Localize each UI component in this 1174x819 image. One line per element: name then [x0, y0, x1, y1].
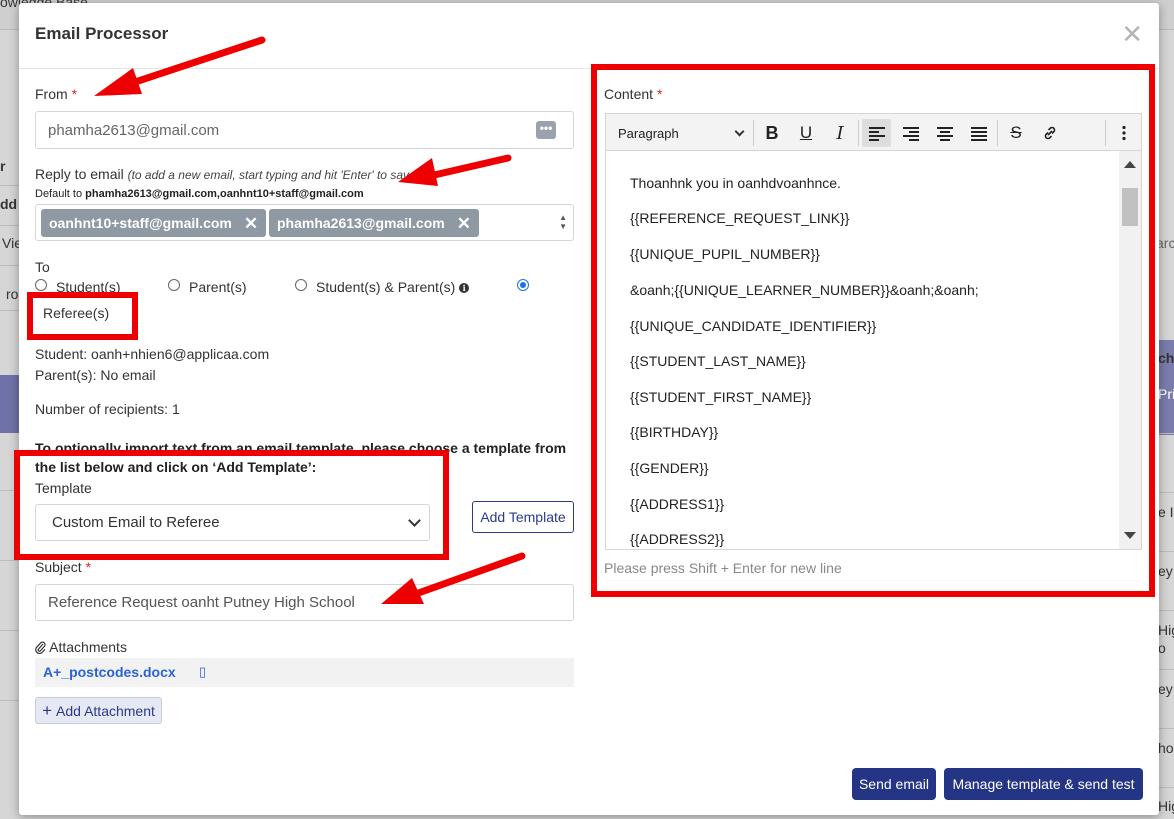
remove-tag-icon[interactable]: ✕	[244, 215, 258, 232]
parent-recipient: Parent(s): No email	[35, 367, 156, 383]
background-right-fragment: Pri	[1158, 386, 1174, 402]
close-icon[interactable]: ✕	[1121, 21, 1143, 47]
modal-header: Email Processor ✕	[19, 3, 1159, 69]
radio-parents[interactable]	[168, 279, 180, 291]
background-row-line	[0, 700, 20, 701]
from-field[interactable]: phamha2613@gmail.com •••	[35, 111, 574, 149]
radio-parents-label: Parent(s)	[189, 279, 247, 295]
background-right-fragment: eyı	[1158, 563, 1174, 579]
subject-label-text: Subject	[35, 559, 82, 575]
annotation-box-content	[591, 64, 1155, 597]
background-row-line	[0, 225, 20, 226]
from-value: phamha2613@gmail.com	[48, 121, 220, 139]
background-right-fragment: Hig	[1158, 798, 1174, 814]
add-attachment-label: Add Attachment	[56, 702, 155, 719]
reply-label: Reply to email (to add a new email, star…	[35, 166, 420, 182]
background-row-line	[0, 185, 20, 186]
background-right-fragment: ho	[1158, 740, 1174, 756]
select-arrows-icon[interactable]: ▲ ▼	[559, 213, 567, 231]
subject-label: Subject *	[35, 559, 91, 575]
from-label: From *	[35, 86, 77, 102]
more-options-icon[interactable]: •••	[536, 121, 556, 139]
required-mark: *	[85, 559, 92, 575]
student-recipient: Student: oanh+nhien6@applicaa.com	[35, 346, 270, 362]
background-right-fragment: cho	[1158, 350, 1174, 366]
background-row-line	[0, 560, 20, 561]
radio-students-and-parents-text: Student(s) & Parent(s)	[316, 279, 456, 295]
radio-students-and-parents-label: Student(s) & Parent(s) i	[316, 279, 470, 295]
background-left-fragment: dd	[0, 196, 18, 212]
reply-hint: (to add a new email, start typing and hi…	[127, 168, 420, 182]
send-email-button[interactable]: Send email	[852, 768, 936, 800]
subject-value: Reference Request oanht Putney High Scho…	[48, 594, 355, 611]
remove-tag-icon[interactable]: ✕	[457, 215, 471, 232]
background-left-fragment: r	[0, 158, 6, 174]
reply-label-text: Reply to email	[35, 166, 124, 182]
attachments-label-text: Attachments	[49, 639, 127, 655]
from-label-text: From	[35, 86, 68, 102]
reply-tag-label: phamha2613@gmail.com	[277, 215, 445, 231]
background-row-line	[0, 630, 20, 631]
background-highlight-band	[0, 375, 20, 433]
plus-icon: +	[42, 701, 53, 720]
add-template-button[interactable]: Add Template	[472, 501, 574, 533]
reply-to-field[interactable]: oanhnt10+staff@gmail.com ✕ phamha2613@gm…	[35, 204, 574, 241]
reply-default-line: Default to phamha2613@gmail.com,oanhnt10…	[35, 188, 364, 200]
paperclip-icon	[35, 640, 46, 654]
add-attachment-button[interactable]: + Add Attachment	[35, 697, 162, 724]
annotation-box-referee	[27, 292, 138, 340]
to-label: To	[35, 259, 50, 275]
reply-tag-label: oanhnt10+staff@gmail.com	[49, 215, 232, 231]
background-left-fragment: ro	[6, 286, 19, 302]
attachment-link[interactable]: A+_postcodes.docx	[43, 664, 176, 680]
reply-tag: phamha2613@gmail.com ✕	[269, 209, 479, 237]
radio-referees[interactable]	[517, 279, 529, 291]
reply-default-value: phamha2613@gmail.com,oanhnt10+staff@gmai…	[85, 188, 364, 200]
required-mark: *	[71, 86, 78, 102]
recipient-count: Number of recipients: 1	[35, 401, 180, 417]
background-row-line	[0, 310, 20, 311]
subject-field[interactable]: Reference Request oanht Putney High Scho…	[35, 584, 574, 621]
annotation-box-template	[14, 450, 449, 560]
background-right-fragment: e In	[1158, 504, 1174, 520]
background-right-fragment: eyı	[1158, 681, 1174, 697]
background-row-line	[0, 265, 20, 266]
background-right-fragment: o	[1158, 640, 1166, 656]
reply-default-prefix: Default to	[35, 188, 83, 200]
attachment-row: A+_postcodes.docx ▯	[35, 658, 574, 687]
info-icon[interactable]: i	[459, 283, 470, 294]
radio-students-and-parents[interactable]	[295, 279, 307, 291]
manage-template-button[interactable]: Manage template & send test	[944, 768, 1143, 800]
radio-students[interactable]	[35, 279, 47, 291]
attachments-label: Attachments	[35, 639, 127, 655]
background-right-fragment: Hig	[1158, 622, 1174, 638]
modal-title: Email Processor	[35, 24, 169, 43]
reply-tag: oanhnt10+staff@gmail.com ✕	[41, 209, 267, 237]
file-icon[interactable]: ▯	[199, 664, 206, 680]
